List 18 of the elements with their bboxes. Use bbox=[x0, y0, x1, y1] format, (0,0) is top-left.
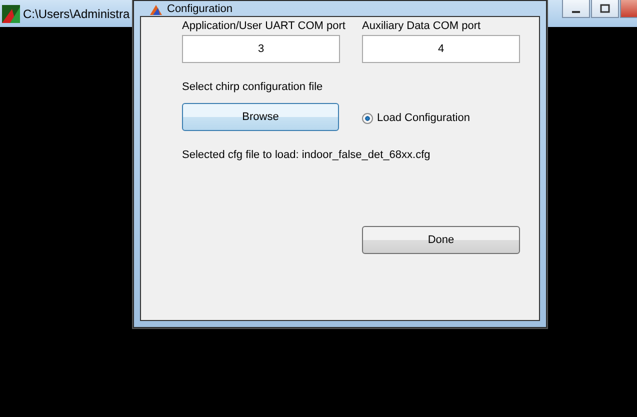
selected-file-text: Selected cfg file to load: indoor_false_det_68xx.cfg bbox=[182, 148, 430, 162]
done-button[interactable]: Done bbox=[362, 226, 520, 254]
dialog-title: Configuration bbox=[167, 2, 232, 16]
app-icon bbox=[150, 2, 162, 14]
input-field[interactable]: 3 bbox=[182, 35, 340, 63]
window-title: C:\Users\Administra bbox=[23, 6, 130, 20]
field-label: Application/User UART COM port bbox=[182, 19, 346, 33]
radio-label[interactable]: Load Configuration bbox=[377, 111, 470, 125]
field-label: Auxiliary Data COM port bbox=[362, 19, 481, 33]
radio-button[interactable] bbox=[362, 112, 373, 124]
maximize-icon bbox=[599, 4, 611, 14]
prompt-label: Select chirp configuration file bbox=[182, 80, 323, 94]
minimize-button[interactable] bbox=[562, 0, 590, 18]
app-icon bbox=[2, 4, 20, 22]
input-field[interactable]: 4 bbox=[362, 35, 520, 63]
maximize-button[interactable] bbox=[591, 0, 619, 18]
browse-button[interactable]: Browse bbox=[182, 103, 339, 131]
minimize-icon bbox=[572, 10, 580, 12]
